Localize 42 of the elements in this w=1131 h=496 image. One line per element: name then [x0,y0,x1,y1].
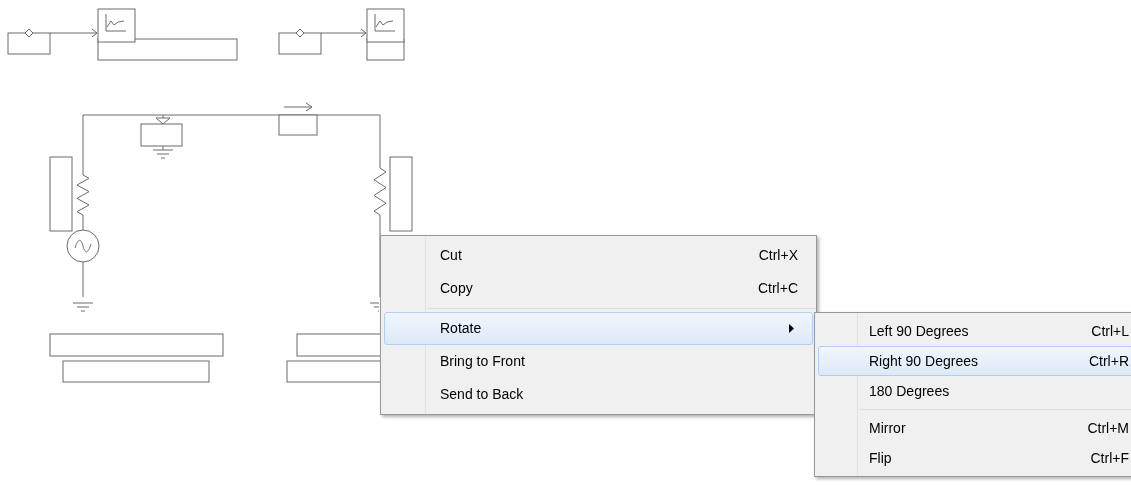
menu-item[interactable]: Right 90 Degrees Ctrl+R [818,346,1131,376]
shortcut-text: Ctrl+L [1091,321,1129,341]
source-block [7,28,51,55]
menu-item-label: 180 Degrees [869,381,951,401]
shortcut-text: Ctrl+F [1090,448,1129,468]
current-block [278,114,318,136]
ground-icon [152,149,174,159]
shortcut-text: Ctrl+R [1088,351,1129,371]
menu-item[interactable]: Rotate [384,312,813,345]
shortcut-text: Ctrl+M [1087,418,1129,438]
measurement-block [140,114,183,151]
ground-icon [72,302,94,312]
resistor-icon [76,174,90,216]
menu-item[interactable]: 180 Degrees [818,376,1131,406]
menu-item-label: Flip [869,448,893,468]
menu-item[interactable]: Send to Back [384,378,813,411]
menu-item-label: Send to Back [440,385,525,404]
menu-item[interactable]: Flip Ctrl+F [818,443,1131,473]
menu-item-label: Cut [440,246,463,265]
menu-item-label: Copy [440,279,474,298]
menu-item-label: Mirror [869,418,907,438]
wire [49,28,98,38]
menu-item[interactable]: Copy Ctrl+C [384,272,813,305]
resistor-icon [373,167,387,216]
ac-source-icon [66,229,100,263]
menu-item-label: Rotate [440,319,483,338]
scope-block [97,8,136,43]
menu-item[interactable]: Cut Ctrl+X [384,239,813,272]
shortcut-text: Ctrl+X [758,246,798,265]
shortcut-text: Ctrl+C [757,279,798,298]
menu-item[interactable]: Left 90 Degrees Ctrl+L [818,316,1131,346]
flow-arrow-icon [283,102,313,112]
wire [320,28,367,38]
menu-item-label: Right 90 Degrees [869,351,979,371]
menu-item[interactable]: Mirror Ctrl+M [818,413,1131,443]
submenu-arrow-icon [789,324,794,333]
menu-item-label: Bring to Front [440,352,526,371]
menu-item-label: Left 90 Degrees [869,321,970,341]
ground-icon [369,302,380,312]
scope-block [366,8,405,43]
menu-item[interactable]: Bring to Front [384,345,813,378]
source-block [278,28,322,55]
